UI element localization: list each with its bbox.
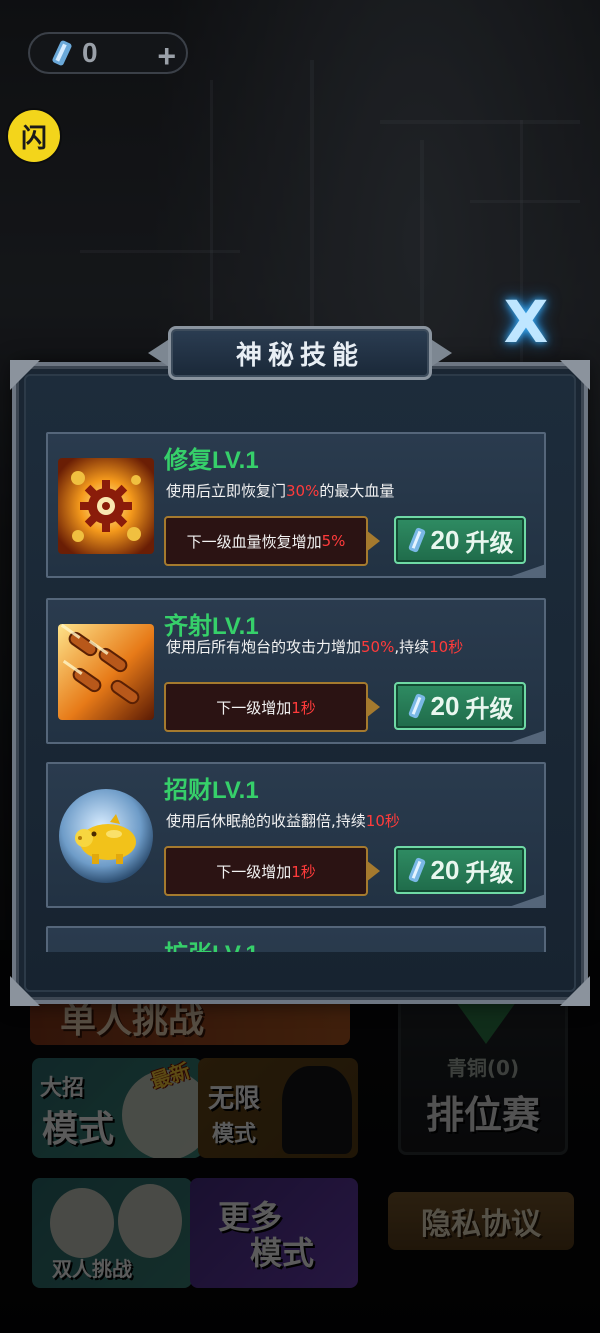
upgrade-cost: 20 xyxy=(430,690,460,721)
skill-description: 使用后休眠舱的收益翻倍,持续10秒 xyxy=(166,812,400,830)
crystal-icon xyxy=(408,857,425,883)
upgrade-cost: 20 xyxy=(430,854,460,885)
frame-corner xyxy=(560,360,590,390)
next-level-info: 下一级血量恢复增加 5% xyxy=(164,516,368,566)
upgrade-button[interactable]: 20 升级 xyxy=(394,516,526,564)
upgrade-label: 升级 xyxy=(465,858,514,887)
skill-description: 使用后立即恢复门30%的最大血量 xyxy=(166,482,395,500)
upgrade-button[interactable]: 20 升级 xyxy=(394,846,526,894)
crystal-icon xyxy=(48,39,76,67)
frame-corner xyxy=(560,976,590,1006)
arrow-right-icon xyxy=(366,530,380,552)
frame-corner xyxy=(10,360,40,390)
skill-name: 修复LV.1 xyxy=(164,447,259,474)
frame-corner xyxy=(10,976,40,1006)
arrow-right-icon xyxy=(366,696,380,718)
skill-list[interactable]: 修复LV.1 使用后立即恢复门30%的最大血量 下一级血量恢复增加 5% 20 升… xyxy=(46,432,546,952)
golden-piggy-icon xyxy=(58,788,154,884)
flash-badge-icon[interactable]: 闪 xyxy=(8,110,60,162)
add-currency-button[interactable]: + xyxy=(157,38,176,75)
dialog-title: 神秘技能 xyxy=(235,340,364,371)
upgrade-cost: 20 xyxy=(430,524,460,555)
gear-explosion-icon xyxy=(58,458,154,554)
crystal-icon xyxy=(408,527,425,553)
skill-description: 使用后所有炮台的攻击力增加50%,持续10秒 xyxy=(166,638,464,656)
arrow-right-icon xyxy=(366,860,380,882)
upgrade-label: 升级 xyxy=(465,528,514,557)
crystal-icon xyxy=(408,693,425,719)
next-level-info: 下一级增加 1秒 xyxy=(164,846,368,896)
skill-name: 招财LV.1 xyxy=(164,777,259,804)
currency-count: 0 xyxy=(82,37,98,68)
missile-volley-icon xyxy=(58,624,154,720)
skill-card-expand: 扩张LV.1 xyxy=(46,926,546,952)
skill-card-fortune: 招财LV.1 使用后休眠舱的收益翻倍,持续10秒 下一级增加 1秒 20 升级 xyxy=(46,762,546,908)
currency-bar: 0 + xyxy=(28,32,188,74)
next-level-info: 下一级增加 1秒 xyxy=(164,682,368,732)
skill-card-repair: 修复LV.1 使用后立即恢复门30%的最大血量 下一级血量恢复增加 5% 20 升… xyxy=(46,432,546,578)
upgrade-button[interactable]: 20 升级 xyxy=(394,682,526,730)
dialog-title-plate: 神秘技能 xyxy=(168,326,432,380)
skill-name: 扩张LV.1 xyxy=(164,934,259,952)
close-button[interactable]: X xyxy=(496,288,556,356)
skill-card-volley: 齐射LV.1 使用后所有炮台的攻击力增加50%,持续10秒 下一级增加 1秒 20… xyxy=(46,598,546,744)
upgrade-label: 升级 xyxy=(465,694,514,723)
